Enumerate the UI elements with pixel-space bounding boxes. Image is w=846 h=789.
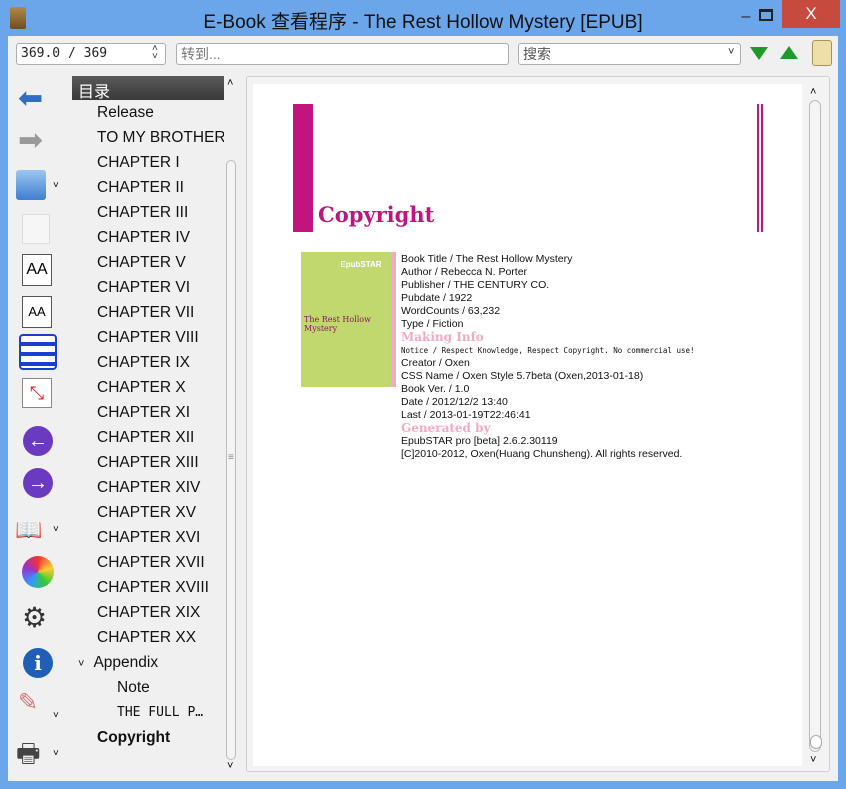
info-icon[interactable]: i — [23, 648, 53, 678]
toc-item[interactable]: CHAPTER IV — [72, 225, 224, 250]
toc-item[interactable]: CHAPTER XVIII — [72, 575, 224, 600]
info-line: [C]2010-2012, Oxen(Huang Chunsheng). All… — [401, 448, 683, 460]
splitter-handle[interactable]: ≡ — [228, 452, 234, 463]
back-arrow-icon[interactable]: ⬅ — [18, 82, 56, 116]
toc-item[interactable]: CHAPTER XVI — [72, 525, 224, 550]
previous-chapter-icon[interactable]: ← — [23, 426, 53, 456]
notice: Notice / Respect Knowledge, Respect Copy… — [401, 346, 695, 355]
toc-item[interactable]: CHAPTER XII — [72, 425, 224, 450]
print-preview-icon[interactable] — [16, 170, 46, 200]
info-line: EpubSTAR pro [beta] 2.6.2.30119 — [401, 435, 558, 447]
heading-bar — [293, 104, 313, 232]
toc-item[interactable]: CHAPTER VI — [72, 275, 224, 300]
table-of-contents: 目录 Release TO MY BROTHER CHAPTER I CHAPTER … — [72, 76, 224, 772]
info-line: Publisher / THE CENTURY CO. — [401, 279, 550, 291]
toc-item-appendix[interactable]: ˅ Appendix — [72, 650, 224, 675]
info-line: Pubdate / 1922 — [401, 292, 473, 304]
find-previous-icon[interactable] — [780, 46, 798, 59]
minimize-button[interactable]: – — [735, 8, 757, 26]
toc-item-copyright[interactable]: Copyright — [72, 725, 224, 750]
toc-item[interactable]: Release — [72, 100, 224, 125]
info-line: Book Ver. / 1.0 — [401, 383, 470, 395]
chevron-down-icon[interactable]: ˅ — [53, 180, 59, 191]
generated-heading: Generated by — [401, 421, 491, 435]
fullscreen-icon[interactable]: ⤡ — [22, 378, 52, 408]
info-line: Creator / Oxen — [401, 357, 470, 369]
info-line: Book Title / The Rest Hollow Mystery — [401, 253, 573, 265]
scroll-up-icon[interactable]: ˄ — [227, 77, 233, 89]
info-line: CSS Name / Oxen Style 5.7beta (Oxen,2013… — [401, 370, 644, 382]
color-palette-icon[interactable] — [22, 556, 54, 588]
making-info-heading: Making Info — [401, 330, 484, 344]
chevron-down-icon[interactable]: ˅ — [53, 710, 59, 721]
line-spacing-icon[interactable] — [19, 334, 57, 370]
copy-icon — [22, 214, 50, 244]
font-larger-icon[interactable]: AA — [22, 254, 52, 286]
chevron-down-icon[interactable]: ˅ — [53, 748, 59, 759]
goto-input[interactable]: 转到... — [176, 43, 509, 65]
toc-item-full[interactable]: THE FULL P… — [72, 700, 224, 725]
toc-item[interactable]: CHAPTER XIII — [72, 450, 224, 475]
toc-item[interactable]: CHAPTER II — [72, 175, 224, 200]
scroll-down-icon[interactable]: ˅ — [227, 760, 233, 772]
toc-item[interactable]: CHAPTER XVII — [72, 550, 224, 575]
toc-header: 目录 — [72, 76, 224, 101]
book-cover: EpubSTAR The Rest Hollow Mystery — [301, 252, 391, 387]
font-smaller-icon[interactable]: AA — [22, 296, 52, 328]
toc-item[interactable]: CHAPTER XV — [72, 500, 224, 525]
next-chapter-icon[interactable]: → — [23, 468, 53, 498]
toc-item[interactable]: CHAPTER X — [72, 375, 224, 400]
content-scrollbar[interactable] — [809, 100, 821, 752]
toc-item[interactable]: CHAPTER XI — [72, 400, 224, 425]
window-title: E-Book 查看程序 - The Rest Hollow Mystery [E… — [203, 12, 643, 33]
book-info: Book Title / The Rest Hollow Mystery Auth… — [401, 253, 695, 461]
toc-item[interactable]: TO MY BROTHER — [72, 125, 224, 150]
chevron-down-icon[interactable]: ˅ — [78, 658, 84, 670]
maximize-button[interactable] — [756, 6, 776, 24]
printer-icon[interactable]: 🖶 — [16, 738, 54, 772]
scroll-up-icon[interactable]: ˄ — [810, 86, 816, 98]
toc-item[interactable]: CHAPTER XIX — [72, 600, 224, 625]
toc-item[interactable]: CHAPTER III — [72, 200, 224, 225]
book-icon[interactable]: 📖 — [15, 518, 47, 542]
toc-item[interactable]: CHAPTER XX — [72, 625, 224, 650]
toc-item[interactable]: CHAPTER V — [72, 250, 224, 275]
chevron-down-icon[interactable]: ˅ — [728, 46, 734, 58]
search-combobox[interactable]: 搜索 — [518, 43, 741, 65]
info-line: Author / Rebecca N. Porter — [401, 266, 528, 278]
scroll-icon[interactable] — [812, 40, 832, 66]
heading-rule — [761, 104, 763, 232]
content-scroll-thumb[interactable] — [810, 735, 822, 749]
spinner-arrows-icon[interactable]: ˄ ˅ — [152, 44, 158, 62]
page-heading: Copyright — [318, 202, 435, 227]
toc-item[interactable]: CHAPTER VIII — [72, 325, 224, 350]
forward-arrow-icon: ➡ — [18, 124, 44, 157]
close-button[interactable]: X — [782, 0, 840, 28]
chevron-down-icon[interactable]: ˅ — [53, 524, 59, 535]
info-line: WordCounts / 63,232 — [401, 305, 501, 317]
toc-item-note[interactable]: Note — [72, 675, 224, 700]
find-next-icon[interactable] — [750, 47, 768, 60]
info-line: Date / 2012/12/2 13:40 — [401, 396, 508, 408]
heading-rule — [757, 104, 759, 232]
magic-wand-icon[interactable]: ✎ — [18, 688, 56, 722]
page-number-spinner[interactable]: 369.0 / 369 — [16, 43, 166, 65]
toc-item[interactable]: CHAPTER I — [72, 150, 224, 175]
toc-item[interactable]: CHAPTER IX — [72, 350, 224, 375]
cover-strip — [391, 252, 396, 387]
title-bar: E-Book 查看程序 - The Rest Hollow Mystery [E… — [0, 0, 846, 36]
toc-item[interactable]: CHAPTER XIV — [72, 475, 224, 500]
scroll-down-icon[interactable]: ˅ — [810, 754, 816, 766]
gear-icon[interactable]: ⚙ — [22, 602, 60, 636]
toc-item[interactable]: CHAPTER VII — [72, 300, 224, 325]
